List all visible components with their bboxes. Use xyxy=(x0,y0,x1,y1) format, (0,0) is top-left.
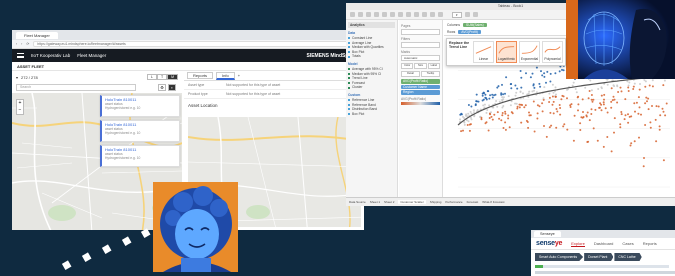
linear-trend-icon xyxy=(475,46,492,54)
search-input[interactable]: Search xyxy=(16,84,136,91)
trend-option-label: Linear xyxy=(478,57,489,61)
trend-popup-title: Replace the Trend Line xyxy=(449,41,470,49)
trend-option-polynomial[interactable]: Polynomial xyxy=(542,41,563,63)
poly-trend-icon xyxy=(544,46,561,53)
asset-card-detail: Hydrogen/stored e.g. 10 xyxy=(105,106,141,111)
zoom-in-icon[interactable]: + xyxy=(17,100,23,107)
connector-dot xyxy=(101,244,112,254)
zoom-control: + − xyxy=(16,99,24,115)
settings-icon[interactable]: ⚙ xyxy=(158,84,166,91)
log-trend-icon xyxy=(498,46,515,54)
trend-option-label: Logarithmic xyxy=(497,57,516,61)
asset-list: HoloTrain 810011 asset status Hydrogen/s… xyxy=(100,71,180,230)
asset-card-detail: Hydrogen/stored e.g. 10 xyxy=(105,131,141,136)
pin-icon[interactable]: ▪ xyxy=(168,84,176,91)
asset-card[interactable]: HoloTrain 810011 asset status Hydrogen/s… xyxy=(100,145,180,167)
trend-option-linear[interactable]: Linear xyxy=(473,41,494,63)
trend-option-logarithmic[interactable]: Logarithmic xyxy=(496,41,517,63)
connector-dot xyxy=(81,252,92,262)
asset-card[interactable]: HoloTrain 810011 asset status Hydrogen/s… xyxy=(100,120,180,142)
connector-dot xyxy=(61,260,72,270)
trend-option-label: Exponential xyxy=(520,57,539,61)
trend-option-exponential[interactable]: Exponential xyxy=(519,41,540,63)
zoom-out-icon[interactable]: − xyxy=(17,107,23,114)
exp-trend-icon xyxy=(521,45,538,54)
asset-card[interactable]: HoloTrain 810011 asset status Hydrogen/s… xyxy=(100,95,180,117)
asset-card-detail: Hydrogen/stored e.g. 10 xyxy=(105,156,141,161)
connector-dot xyxy=(121,236,132,246)
trend-line-popup: Replace the Trend Line Linear Logarithmi… xyxy=(446,38,566,66)
trend-option-label: Polynomial xyxy=(544,57,561,61)
